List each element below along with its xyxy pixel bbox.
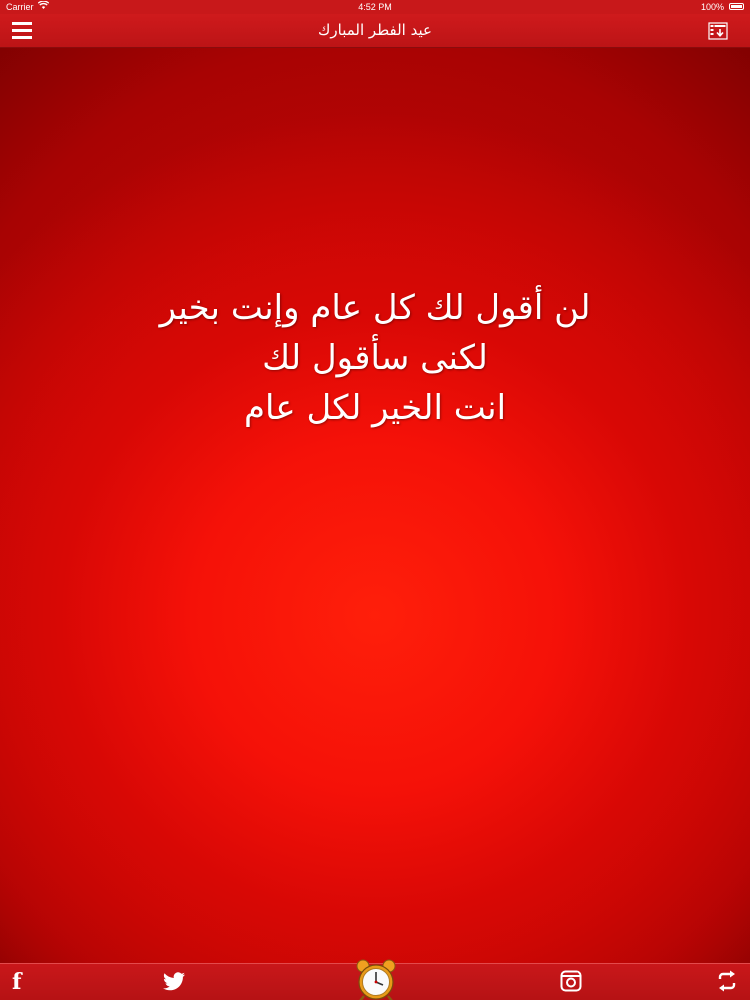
greeting-text: لن أقول لك كل عام وإنت بخير لكنى سأقول ل… bbox=[60, 283, 690, 433]
battery-icon bbox=[729, 3, 744, 10]
battery-percent: 100% bbox=[700, 2, 724, 12]
alarm-clock-icon[interactable] bbox=[354, 958, 398, 1000]
greeting-line-3: انت الخير لكل عام bbox=[243, 388, 507, 428]
facebook-icon[interactable]: f bbox=[12, 970, 28, 994]
status-bar: Carrier 4:52 PM 100% bbox=[0, 0, 750, 14]
twitter-bird-icon[interactable] bbox=[162, 970, 186, 994]
greeting-line-2: لكنى سأقول لك bbox=[262, 338, 488, 378]
bottom-toolbar: f bbox=[0, 959, 750, 1000]
page-title: عيد الفطر المبارك bbox=[318, 21, 432, 39]
app-screen: Carrier 4:52 PM 100% عيد الفطر المبارك ل… bbox=[0, 0, 750, 1000]
instagram-camera-icon[interactable] bbox=[560, 970, 582, 994]
greeting-line-1: لن أقول لك كل عام وإنت بخير bbox=[159, 288, 591, 328]
clock-time: 4:52 PM bbox=[358, 2, 392, 12]
swap-arrows-icon[interactable] bbox=[716, 970, 738, 994]
list-download-icon[interactable] bbox=[708, 22, 728, 40]
navigation-bar: عيد الفطر المبارك bbox=[0, 14, 750, 48]
greeting-card-area: لن أقول لك كل عام وإنت بخير لكنى سأقول ل… bbox=[0, 48, 750, 963]
